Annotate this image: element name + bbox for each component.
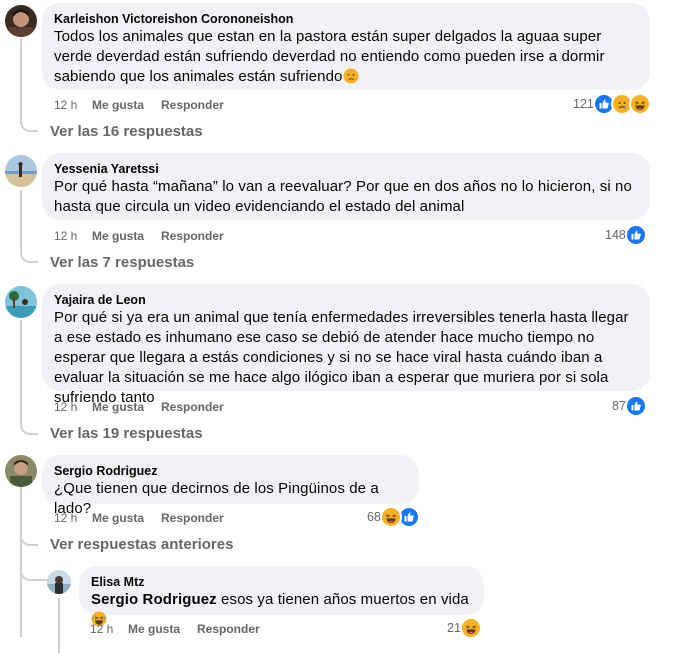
like-button[interactable]: Me gusta	[92, 97, 161, 113]
reaction-summary[interactable]: 68	[367, 506, 420, 528]
reply-button[interactable]: Responder	[197, 621, 260, 637]
view-previous-replies-link[interactable]: Ver respuestas anteriores	[50, 536, 233, 553]
comment-thread: Karleishon Victoreishon Corononeishon To…	[0, 0, 684, 653]
thread-connector	[20, 242, 38, 263]
reply-button[interactable]: Responder	[161, 228, 224, 244]
comment-text: Todos los animales que estan en la pasto…	[54, 27, 638, 87]
reaction-summary[interactable]: 121	[573, 93, 651, 115]
like-icon	[624, 395, 647, 417]
comment-time[interactable]: 12 h	[54, 97, 92, 113]
thread-connector	[20, 112, 38, 132]
comment-bubble: Yajaira de Leon Por qué si ya era un ani…	[42, 284, 650, 406]
reply-button[interactable]: Responder	[161, 97, 224, 113]
avatar[interactable]	[5, 286, 37, 318]
reply-button[interactable]: Responder	[161, 510, 224, 526]
reaction-count: 87	[612, 399, 626, 413]
comment-author[interactable]: Yajaira de Leon	[54, 292, 638, 308]
avatar[interactable]	[47, 570, 71, 594]
reaction-summary[interactable]: 148	[605, 224, 647, 246]
reply-button[interactable]: Responder	[161, 399, 224, 415]
view-replies-link[interactable]: Ver las 16 respuestas	[50, 123, 203, 140]
reaction-count: 148	[605, 228, 626, 242]
comment-time[interactable]: 12 h	[54, 399, 92, 415]
reply-actions: 12 h Me gusta Responder	[90, 621, 260, 637]
comment-author[interactable]: Yessenia Yaretssi	[54, 161, 638, 177]
comment-bubble: Yessenia Yaretssi Por qué hasta “mañana”…	[42, 153, 650, 220]
comment-bubble: Sergio Rodriguez ¿Que tienen que decirno…	[42, 455, 419, 517]
thread-connector	[20, 414, 38, 435]
haha-icon	[379, 506, 402, 528]
comment-actions: 12 h Me gusta Responder	[54, 510, 224, 526]
like-button[interactable]: Me gusta	[128, 621, 197, 637]
haha-icon	[459, 617, 482, 639]
reply-author[interactable]: Elisa Mtz	[91, 574, 472, 590]
view-replies-link[interactable]: Ver las 7 respuestas	[50, 254, 194, 271]
comment-author[interactable]: Sergio Rodriguez	[54, 463, 407, 479]
thread-connector	[20, 560, 48, 581]
reply-time[interactable]: 12 h	[90, 621, 128, 637]
haha-icon	[628, 93, 651, 115]
thread-connector	[20, 525, 38, 546]
comment-text: Por qué hasta “mañana” lo van a reevalua…	[54, 178, 632, 215]
reaction-count: 68	[367, 510, 381, 524]
reaction-summary[interactable]: 21	[447, 617, 482, 639]
like-button[interactable]: Me gusta	[92, 228, 161, 244]
comment-actions: 12 h Me gusta Responder	[54, 399, 224, 415]
comment-text-content: Todos los animales que estan en la pasto…	[54, 28, 605, 85]
thread-line	[58, 598, 60, 653]
thread-line	[20, 320, 22, 424]
comment-time[interactable]: 12 h	[54, 228, 92, 244]
mention-link[interactable]: Sergio Rodriguez	[91, 591, 217, 608]
reaction-summary[interactable]: 87	[612, 395, 647, 417]
reply-text-content: esos ya tienen años muertos en vida	[216, 591, 469, 608]
comment-actions: 12 h Me gusta Responder	[54, 97, 224, 113]
like-button[interactable]: Me gusta	[92, 510, 161, 526]
reply-bubble: Elisa Mtz Sergio Rodriguez esos ya tiene…	[79, 566, 484, 627]
reaction-count: 121	[573, 97, 594, 111]
avatar[interactable]	[5, 155, 37, 187]
sad-face-emoji	[343, 68, 359, 84]
comment-text: Por qué si ya era un animal que tenía en…	[54, 309, 629, 406]
comment-time[interactable]: 12 h	[54, 510, 92, 526]
avatar[interactable]	[5, 5, 37, 37]
like-icon	[624, 224, 647, 246]
comment-author[interactable]: Karleishon Victoreishon Corononeishon	[54, 11, 638, 27]
reaction-count: 21	[447, 621, 461, 635]
comment-actions: 12 h Me gusta Responder	[54, 228, 224, 244]
thread-line	[20, 38, 22, 122]
like-button[interactable]: Me gusta	[92, 399, 161, 415]
view-replies-link[interactable]: Ver las 19 respuestas	[50, 425, 203, 442]
avatar[interactable]	[5, 455, 37, 487]
comment-bubble: Karleishon Victoreishon Corononeishon To…	[42, 3, 650, 90]
